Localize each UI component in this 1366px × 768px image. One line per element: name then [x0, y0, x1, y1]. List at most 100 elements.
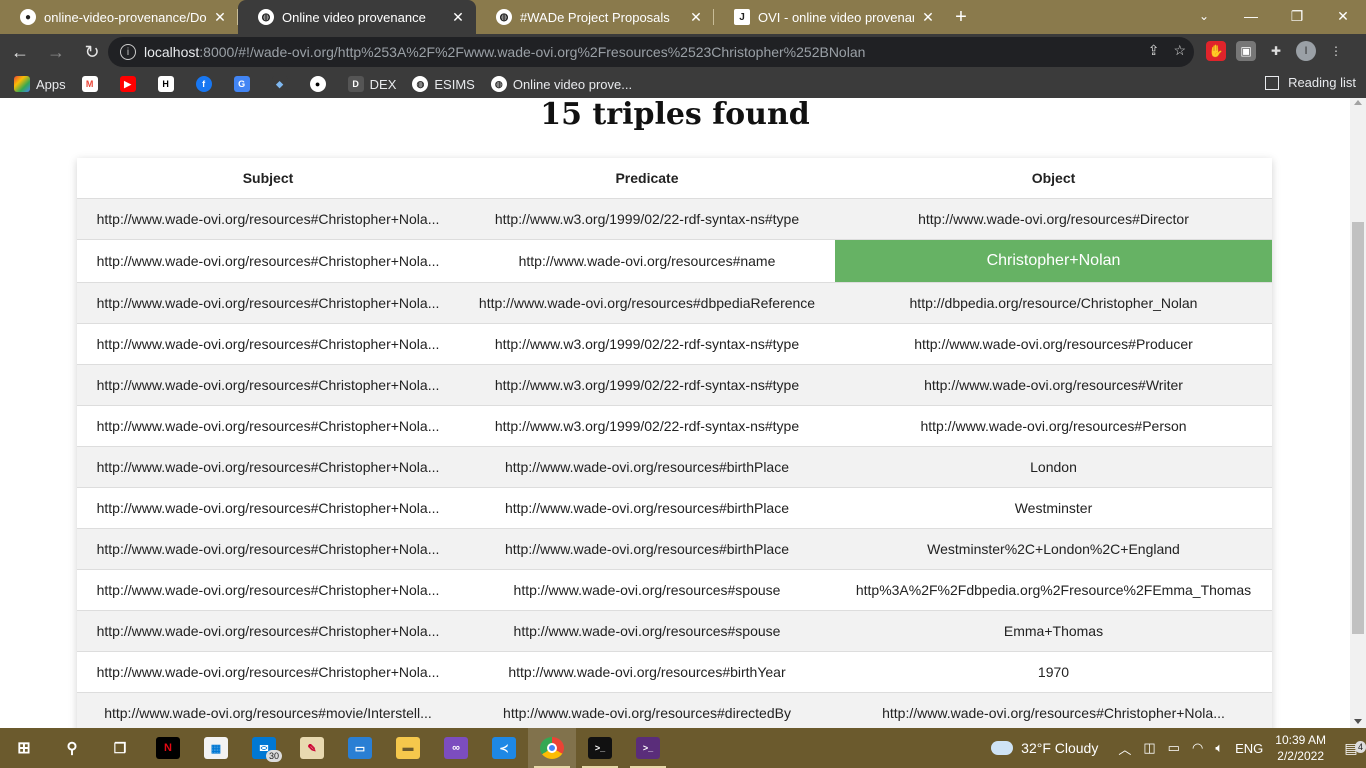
windows-start-icon[interactable]: ⊞ [0, 728, 48, 768]
terminal-icon[interactable]: >_ [576, 728, 624, 768]
cell-object[interactable]: 1970 [835, 651, 1272, 693]
table-row: http://www.wade-ovi.org/resources#Christ… [77, 405, 1272, 447]
bookmark-github[interactable]: ● [309, 76, 332, 92]
visual-studio-icon[interactable]: ∞ [432, 728, 480, 768]
mail-icon[interactable]: ✉ 30 [240, 728, 288, 768]
reading-list-button[interactable]: Reading list [1265, 75, 1356, 90]
cell-subject: http://www.wade-ovi.org/resources#Christ… [77, 487, 459, 529]
tab-strip: ● online-video-provenance/Docum ✕ ◍ Onli… [0, 0, 1366, 34]
system-tray: 32°F Cloudy ︿ ◫ ▭ ◠ 🔈︎ ENG 10:39 AM 2/2/… [991, 728, 1366, 768]
browser-tab[interactable]: ● online-video-provenance/Docum ✕ [0, 0, 238, 34]
cell-object[interactable]: http://www.wade-ovi.org/resources#Direct… [835, 198, 1272, 240]
extension-icon[interactable]: ▣ [1236, 41, 1256, 61]
volume-icon[interactable]: 🔈︎ [1215, 740, 1223, 756]
table-row: http://www.wade-ovi.org/resources#Christ… [77, 282, 1272, 324]
page-scrollbar[interactable] [1350, 98, 1366, 728]
battery-icon[interactable]: ▭ [1168, 740, 1180, 756]
cell-predicate: http://www.wade-ovi.org/resources#spouse [459, 610, 835, 652]
notification-center-icon[interactable]: ▤ 4 [1336, 740, 1366, 757]
reading-list-icon [1265, 75, 1280, 90]
close-icon[interactable]: ✕ [450, 9, 466, 26]
chrome-icon[interactable] [528, 728, 576, 768]
clock[interactable]: 10:39 AM 2/2/2022 [1275, 732, 1326, 764]
weather-widget[interactable]: 32°F Cloudy [991, 740, 1098, 756]
address-bar[interactable]: i localhost:8000/#!/wade-ovi.org/http%25… [108, 37, 1194, 67]
cell-object[interactable]: London [835, 446, 1272, 488]
close-icon[interactable]: ✕ [920, 9, 936, 26]
terminal-alt-icon[interactable]: >_ [624, 728, 672, 768]
share-icon[interactable]: ⇪ [1148, 42, 1160, 59]
cell-object[interactable]: http://www.wade-ovi.org/resources#Person [835, 405, 1272, 447]
reload-button[interactable]: ↻ [76, 36, 108, 68]
bookmark-bird[interactable]: ◆ [271, 76, 294, 92]
cell-object[interactable]: http://www.wade-ovi.org/resources#Produc… [835, 323, 1272, 365]
cell-object[interactable]: http://dbpedia.org/resource/Christopher_… [835, 282, 1272, 324]
cell-object[interactable]: Westminster [835, 487, 1272, 529]
browser-tab[interactable]: ◍ #WADe Project Proposals ✕ [476, 0, 714, 34]
bird-icon: ◆ [271, 76, 288, 92]
url-text: localhost:8000/#!/wade-ovi.org/http%253A… [144, 44, 866, 60]
store-icon[interactable]: ▦ [192, 728, 240, 768]
browser-tab[interactable]: J OVI - online video provenance - ✕ [714, 0, 946, 34]
vscode-icon[interactable]: ≺ [480, 728, 528, 768]
file-explorer-icon[interactable]: ▬ [384, 728, 432, 768]
language-indicator[interactable]: ENG [1235, 741, 1263, 756]
bookmark-translate[interactable]: G [233, 76, 256, 92]
forward-button[interactable]: → [40, 36, 72, 68]
bookmark-apps[interactable]: Apps [14, 76, 66, 92]
new-tab-button[interactable]: + [946, 0, 976, 34]
bookmark-facebook[interactable]: f [195, 76, 218, 92]
cell-predicate: http://www.wade-ovi.org/resources#dbpedi… [459, 282, 835, 324]
table-row: http://www.wade-ovi.org/resources#Christ… [77, 364, 1272, 406]
bookmark-esims[interactable]: ◍ ESIMS [412, 76, 475, 92]
cell-object[interactable]: http://www.wade-ovi.org/resources#Writer [835, 364, 1272, 406]
browser-tab-active[interactable]: ◍ Online video provenance ✕ [238, 0, 476, 34]
cell-object[interactable]: Westminster%2C+London%2C+England [835, 528, 1272, 570]
tab-title: Online video provenance [282, 9, 426, 25]
remote-desktop-icon[interactable]: ▭ [336, 728, 384, 768]
j-icon: J [734, 9, 750, 25]
back-button[interactable]: ← [4, 36, 36, 68]
cell-object[interactable]: Christopher+Nolan [835, 239, 1272, 283]
restore-button[interactable]: ❐ [1274, 0, 1320, 32]
table-row: http://www.wade-ovi.org/resources#Christ… [77, 239, 1272, 283]
tab-search-icon[interactable]: ⌄ [1186, 0, 1222, 32]
bookmark-hbo[interactable]: H [157, 76, 180, 92]
bookmark-youtube[interactable]: ▶ [119, 76, 142, 92]
bookmark-star-icon[interactable]: ☆ [1173, 42, 1186, 59]
tab-title: online-video-provenance/Docum [44, 9, 206, 25]
cell-object[interactable]: http%3A%2F%2Fdbpedia.org%2Fresource%2FEm… [835, 569, 1272, 611]
puzzle-icon[interactable]: ✚ [1266, 41, 1286, 61]
cell-subject: http://www.wade-ovi.org/resources#movie/… [77, 692, 459, 728]
column-header-subject: Subject [77, 158, 459, 199]
cell-predicate: http://www.wade-ovi.org/resources#name [459, 239, 835, 283]
adblock-icon[interactable]: ✋ [1206, 41, 1226, 61]
globe-icon: ◍ [412, 76, 429, 92]
scroll-up-arrow[interactable] [1354, 100, 1362, 105]
window-controls: — ❐ ✕ [1228, 0, 1366, 34]
paint-icon[interactable]: ✎ [288, 728, 336, 768]
scroll-down-arrow[interactable] [1354, 719, 1362, 724]
table-row: http://www.wade-ovi.org/resources#movie/… [77, 692, 1272, 728]
profile-avatar[interactable]: I [1296, 41, 1316, 61]
cell-subject: http://www.wade-ovi.org/resources#Christ… [77, 282, 459, 324]
wifi-icon[interactable]: ◠ [1192, 740, 1203, 756]
site-info-icon[interactable]: i [120, 44, 136, 60]
search-icon[interactable]: ⚲ [48, 728, 96, 768]
menu-icon[interactable]: ⋮ [1326, 41, 1346, 61]
close-window-button[interactable]: ✕ [1320, 0, 1366, 32]
bookmark-online-video[interactable]: ◍ Online video prove... [490, 76, 632, 92]
task-view-icon[interactable]: ❐ [96, 728, 144, 768]
cell-object[interactable]: Emma+Thomas [835, 610, 1272, 652]
scrollbar-thumb[interactable] [1352, 222, 1364, 634]
close-icon[interactable]: ✕ [688, 9, 704, 26]
chevron-up-icon[interactable]: ︿ [1118, 739, 1131, 758]
bookmark-gmail[interactable]: M [81, 76, 104, 92]
meet-now-icon[interactable]: ◫ [1143, 740, 1155, 756]
close-icon[interactable]: ✕ [212, 9, 228, 26]
bookmark-dex[interactable]: D DEX [347, 76, 396, 92]
minimize-button[interactable]: — [1228, 0, 1274, 32]
table-row: http://www.wade-ovi.org/resources#Christ… [77, 651, 1272, 693]
cell-object[interactable]: http://www.wade-ovi.org/resources#Christ… [835, 692, 1272, 728]
netflix-icon[interactable]: N [144, 728, 192, 768]
